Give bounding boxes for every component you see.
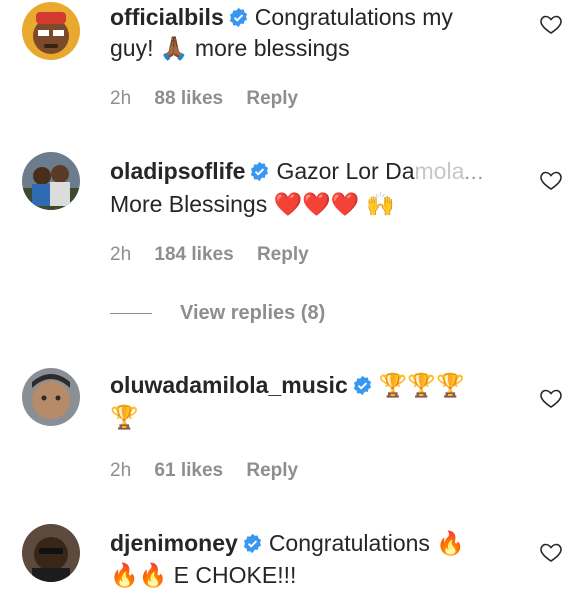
comment-body: oluwadamilola_music 🏆🏆🏆 🏆 — [110, 370, 529, 434]
divider — [110, 313, 152, 315]
comment-text: more blessings — [194, 35, 350, 61]
heart-outline-icon[interactable] — [539, 168, 563, 192]
reply-button[interactable]: Reply — [257, 244, 309, 265]
username[interactable]: djenimoney — [110, 530, 238, 556]
praying-hands-emoji: 🙏🏾 — [159, 36, 189, 62]
verified-badge-icon — [229, 7, 247, 28]
username[interactable]: oluwadamilola_music — [110, 372, 348, 398]
heart-outline-icon[interactable] — [539, 12, 563, 36]
likes-count[interactable]: 184 likes — [154, 244, 233, 265]
timestamp[interactable]: 2h — [110, 88, 131, 109]
comment-text: guy! — [110, 35, 154, 61]
comment-meta: 2h 61 likes Reply — [110, 460, 316, 482]
reply-button[interactable]: Reply — [246, 460, 298, 481]
verified-badge-icon — [243, 533, 261, 554]
comment-text: More Blessings — [110, 191, 268, 217]
reply-button[interactable]: Reply — [246, 88, 298, 109]
timestamp[interactable]: 2h — [110, 244, 131, 265]
trophy-emoji: 🏆🏆🏆 — [378, 373, 465, 399]
likes-count[interactable]: 88 likes — [154, 88, 223, 109]
heart-outline-icon[interactable] — [539, 540, 563, 564]
comment-body: oladipsoflife Gazor Lor Damola... More Bl… — [110, 156, 529, 221]
comment-body: djenimoney Congratulations 🔥 🔥🔥 E CHOKE!!… — [110, 528, 529, 592]
timestamp[interactable]: 2h — [110, 460, 131, 481]
comment-text: E CHOKE!!! — [173, 562, 297, 588]
comment-text: Congratulations — [268, 530, 430, 556]
fire-emoji: 🔥 — [436, 531, 465, 557]
comment-text: Gazor Lor Da — [276, 158, 415, 184]
raising-hands-emoji: 🙌 — [365, 192, 395, 218]
comment-meta: 2h 184 likes Reply — [110, 244, 327, 266]
red-hearts-emoji: ❤️❤️❤️ — [273, 192, 360, 218]
verified-badge-icon — [251, 161, 269, 182]
comment-body: officialbils Congratulations my guy! 🙏🏾 m… — [110, 2, 529, 65]
avatar[interactable] — [22, 368, 80, 426]
view-replies-button[interactable]: View replies (8) — [110, 302, 325, 325]
truncated-text: mola — [414, 158, 465, 184]
likes-count[interactable]: 61 likes — [154, 460, 223, 481]
view-replies-label: View replies (8) — [180, 302, 326, 324]
fire-emoji: 🔥🔥 — [110, 563, 168, 589]
comment-meta: 2h 88 likes Reply — [110, 88, 316, 110]
username[interactable]: officialbils — [110, 4, 224, 30]
verified-badge-icon — [353, 375, 371, 396]
avatar[interactable] — [22, 524, 80, 582]
heart-outline-icon[interactable] — [539, 386, 563, 410]
avatar[interactable] — [22, 2, 80, 60]
comment-text: Congratulations my — [254, 4, 453, 30]
username[interactable]: oladipsoflife — [110, 158, 245, 184]
trophy-emoji: 🏆 — [110, 405, 139, 431]
more-ellipsis[interactable]: ... — [464, 162, 484, 184]
avatar[interactable] — [22, 152, 80, 210]
